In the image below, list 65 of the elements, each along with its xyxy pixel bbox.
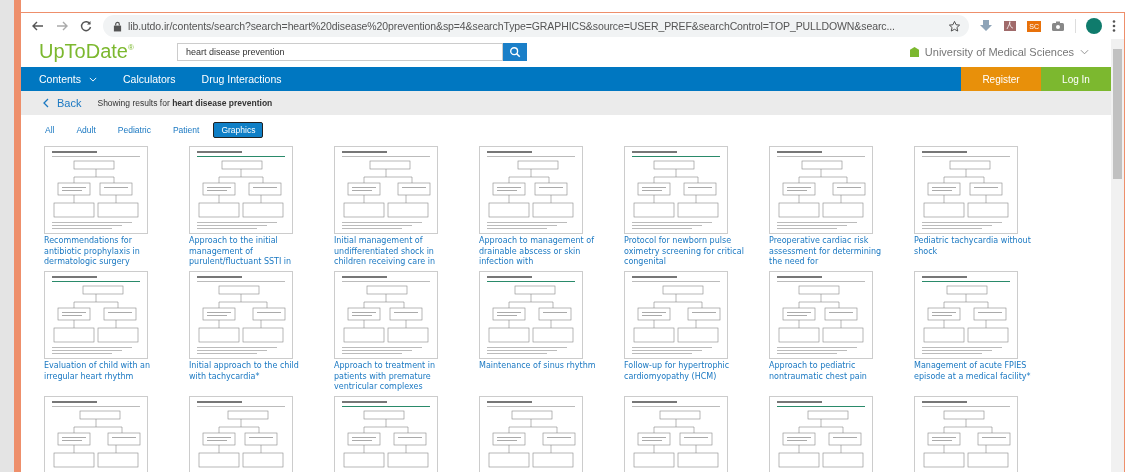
results-summary: Showing results for heart disease prevention xyxy=(97,98,273,108)
flowchart-thumbnail[interactable] xyxy=(479,146,583,234)
flowchart-thumbnail[interactable] xyxy=(624,271,728,359)
result-title-link[interactable]: Maintenance of sinus rhythm xyxy=(479,361,599,372)
result-title-link[interactable]: Evaluation of child with an irregular heart rhythm xyxy=(44,361,164,382)
chevron-left-icon[interactable] xyxy=(43,98,49,108)
building-icon xyxy=(909,46,919,57)
flowchart-thumbnail[interactable] xyxy=(334,271,438,359)
download-icon[interactable] xyxy=(979,19,994,33)
uptodate-logo[interactable]: UpToDate$^{®}$ xyxy=(39,40,177,63)
filter-tab[interactable]: Graphics xyxy=(213,122,264,138)
address-bar[interactable]: lib.utdo.ir/contents/search?search=heart%20disease%20prevention&sp=4&searchType=GRAPHICS&source=USER_PREF&searchControl=TOP_PULLDOWN&searc... xyxy=(103,15,970,37)
filter-tab[interactable]: All xyxy=(37,122,63,138)
profile-avatar-icon[interactable] xyxy=(1086,18,1102,34)
search-icon[interactable] xyxy=(509,45,521,58)
forward-arrow-icon[interactable] xyxy=(55,19,69,33)
institution-dropdown[interactable]: University of Medical Sciences xyxy=(924,45,1074,58)
lock-icon xyxy=(113,20,122,32)
reload-icon[interactable] xyxy=(79,19,93,33)
flowchart-thumbnail[interactable] xyxy=(479,396,583,472)
flowchart-thumbnail[interactable] xyxy=(624,146,728,234)
flowchart-thumbnail[interactable] xyxy=(769,271,873,359)
nav-menu-item[interactable]: Drug Interactions xyxy=(201,73,282,85)
scrollbar-thumb[interactable] xyxy=(1113,49,1122,179)
flowchart-thumbnail[interactable] xyxy=(334,396,438,472)
flowchart-thumbnail[interactable] xyxy=(769,146,873,234)
result-title-link[interactable]: Initial approach to the child with tachycardia* xyxy=(189,361,309,382)
flowchart-thumbnail[interactable] xyxy=(44,146,148,234)
back-link[interactable]: Back xyxy=(43,97,82,109)
flowchart-thumbnail[interactable] xyxy=(769,396,873,472)
result-title-link[interactable]: Approach to treatment in patients with premature ventricular complexes xyxy=(334,361,454,393)
flowchart-thumbnail[interactable] xyxy=(624,396,728,472)
filter-tab[interactable]: Adult xyxy=(68,122,104,138)
search-button[interactable] xyxy=(503,42,527,61)
flowchart-thumbnail[interactable] xyxy=(44,271,148,359)
result-title-link[interactable]: Recommendations for antibiotic prophylaxis in dermatologic surgery xyxy=(44,236,164,268)
flowchart-thumbnail[interactable] xyxy=(914,146,1018,234)
result-title-link[interactable]: Approach to pediatric nontraumatic chest pain xyxy=(769,361,889,382)
result-title-link[interactable]: Approach to the initial management of purulent/fluctuant SSTI in xyxy=(189,236,309,268)
result-title-link[interactable]: Follow-up for hypertrophic cardiomyopathy (HCM) xyxy=(624,361,744,382)
menu-icon[interactable] xyxy=(1112,19,1116,33)
flowchart-thumbnail[interactable] xyxy=(44,396,148,472)
flowchart-thumbnail[interactable] xyxy=(189,146,293,234)
camera-icon[interactable] xyxy=(1051,19,1065,33)
flowchart-thumbnail[interactable] xyxy=(914,271,1018,359)
flowchart-thumbnail[interactable] xyxy=(914,396,1018,472)
chevron-down-icon[interactable] xyxy=(1080,48,1089,55)
back-arrow-icon[interactable] xyxy=(31,19,45,33)
search-field[interactable]: heart disease prevention xyxy=(177,42,503,61)
star-icon[interactable] xyxy=(948,19,962,33)
result-title-link[interactable]: Protocol for newborn pulse oximetry screening for critical congenital xyxy=(624,236,744,268)
result-title-link[interactable]: Approach to management of drainable abscess or skin infection with xyxy=(479,236,599,268)
flowchart-thumbnail[interactable] xyxy=(479,271,583,359)
nav-menu-item[interactable]: Contents xyxy=(39,73,98,85)
flowchart-thumbnail[interactable] xyxy=(189,396,293,472)
flowchart-thumbnail[interactable] xyxy=(334,146,438,234)
flowchart-thumbnail[interactable] xyxy=(189,271,293,359)
result-title-link[interactable]: Preoperative cardiac risk assessment for determining the need for xyxy=(769,236,889,268)
result-title-link[interactable]: Pediatric tachycardia without shock xyxy=(914,236,1034,257)
filter-tab[interactable]: Patient xyxy=(164,122,208,138)
filter-tab[interactable]: Pediatric xyxy=(109,122,159,138)
result-title-link[interactable]: Initial management of undifferentiated shock in children receiving care in xyxy=(334,236,454,268)
pdf-extension-icon[interactable] xyxy=(1003,19,1018,33)
result-title-link[interactable]: Management of acute FPIES episode at a medical facility* xyxy=(914,361,1034,382)
nav-menu-item[interactable]: Calculators xyxy=(123,73,176,85)
